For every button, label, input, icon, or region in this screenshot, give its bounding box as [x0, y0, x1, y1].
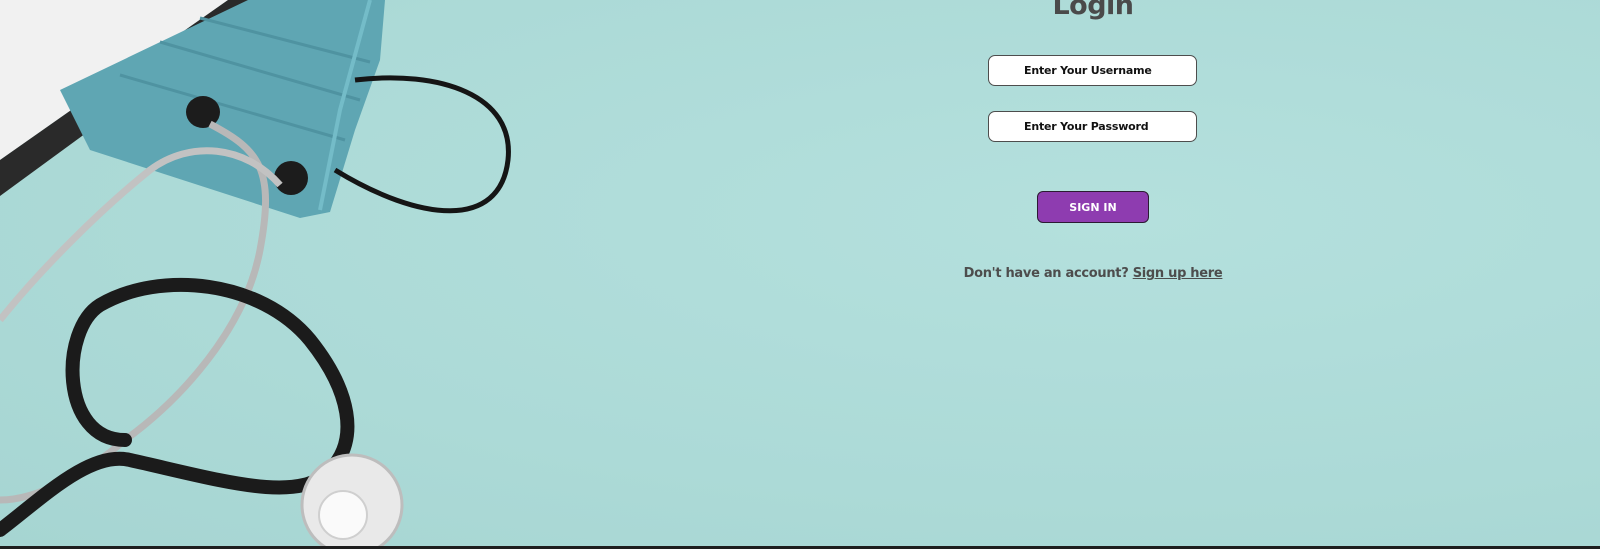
password-input[interactable] — [988, 111, 1197, 142]
stethoscope-diaphragm — [318, 490, 368, 540]
sign-up-link[interactable]: Sign up here — [1133, 266, 1223, 281]
signup-prompt-text: Don't have an account? — [963, 266, 1129, 281]
page-background: Login SIGN IN Don't have an account? Sig… — [0, 0, 1600, 546]
stethoscope-tubing — [0, 277, 355, 537]
page-title: Login — [1052, 0, 1134, 21]
sign-in-button[interactable]: SIGN IN — [1037, 191, 1149, 223]
signup-prompt-row: Don't have an account? Sign up here — [0, 266, 1600, 281]
username-input[interactable] — [988, 55, 1197, 86]
stethoscope-eartip — [274, 161, 308, 195]
